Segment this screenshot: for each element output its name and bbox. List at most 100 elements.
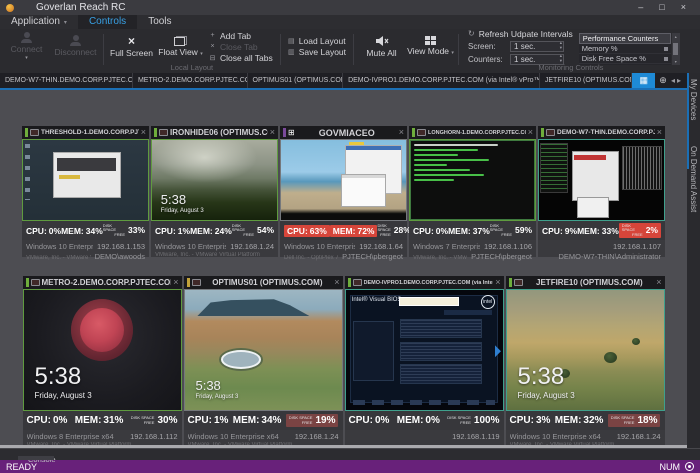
refresh-intervals-label: Refresh Udpate Intervals bbox=[479, 29, 573, 39]
device-grid: THRESHOLD-1.DEMO.CORP.PJTEC.COM × CPU:0%… bbox=[0, 90, 687, 448]
ip-address: 192.168.1.107 bbox=[613, 242, 661, 251]
menu-tools[interactable]: Tools bbox=[137, 15, 182, 29]
close-icon[interactable]: × bbox=[334, 278, 339, 287]
remote-command-prompt[interactable] bbox=[409, 139, 536, 221]
close-icon[interactable]: × bbox=[528, 128, 533, 137]
device-tile-govmiaceo[interactable]: ⊞ GOVMIACEO × CPU:63% MEM:72% DIS bbox=[280, 126, 407, 257]
load-layout-icon: ▤ bbox=[288, 37, 295, 45]
tile-titlebar: DEMO-IVPRO1.DEMO.CORP.PJTEC.COM (via Int… bbox=[345, 276, 504, 289]
remote-screen[interactable]: 5:38Friday, August 3 bbox=[506, 289, 665, 411]
remote-screen[interactable]: 5:38Friday, August 3 bbox=[151, 139, 278, 221]
tab-optimus01[interactable]: OPTIMUS01 (OPTIMUS.COM) bbox=[248, 73, 344, 88]
monitor-icon bbox=[159, 129, 168, 136]
menu-controls[interactable]: Controls bbox=[78, 15, 137, 29]
scrollbar[interactable]: ▴▾ bbox=[672, 33, 680, 65]
device-tile-longhorn-1[interactable]: LONGHORN-1.DEMO.CORP.PJTEC.COM (via Remo… bbox=[409, 126, 536, 257]
tab-metro-2[interactable]: METRO-2.DEMO.CORP.PJTEC.COM bbox=[133, 73, 248, 88]
close-tab-button[interactable]: ×Close Tab bbox=[209, 42, 273, 52]
lock-screen-emblem bbox=[71, 299, 133, 361]
remote-screen[interactable] bbox=[538, 139, 665, 221]
close-all-tabs-button[interactable]: ⊟Close all Tabs bbox=[209, 53, 273, 63]
tile-titlebar: LONGHORN-1.DEMO.CORP.PJTEC.COM (via Remo… bbox=[409, 126, 536, 139]
device-tile-threshold-1[interactable]: THRESHOLD-1.DEMO.CORP.PJTEC.COM × CPU:0%… bbox=[22, 126, 149, 257]
close-icon[interactable]: × bbox=[173, 278, 178, 287]
tile-titlebar: THRESHOLD-1.DEMO.CORP.PJTEC.COM × bbox=[22, 126, 149, 139]
rail-on-demand-assist[interactable]: On Demand Assist bbox=[689, 146, 698, 212]
tile-title: THRESHOLD-1.DEMO.CORP.PJTEC.COM bbox=[41, 129, 139, 136]
os-label: Windows 10 Enterprise x64 bbox=[510, 432, 601, 441]
add-session-button[interactable]: ⊕ bbox=[655, 73, 671, 88]
stats-bar: CPU:9% MEM:33% DISK SPACEFREE2% bbox=[538, 221, 665, 240]
rail-my-devices[interactable]: My Devices bbox=[689, 79, 698, 120]
tile-titlebar: ⊞ GOVMIACEO × bbox=[280, 126, 407, 139]
close-icon[interactable]: × bbox=[141, 128, 146, 137]
close-icon[interactable]: × bbox=[399, 128, 404, 137]
device-tile-ironhide06[interactable]: IRONHIDE06 (OPTIMUS.COM) × 5:38Friday, A… bbox=[151, 126, 278, 257]
tab-demo-ivpro1[interactable]: DEMO-IVPRO1.DEMO.CORP.PJTEC.COM (via Int… bbox=[343, 73, 540, 88]
disk-stat: DISK SPACEFREE100% bbox=[447, 415, 499, 426]
menu-application[interactable]: Application▾ bbox=[0, 15, 78, 29]
close-icon[interactable]: × bbox=[681, 3, 686, 12]
remote-bios-screen[interactable]: Intel® Visual BIOS intel bbox=[345, 289, 504, 411]
checkbox-icon[interactable] bbox=[664, 57, 668, 61]
view-mode-button[interactable]: View Mode ▾ bbox=[406, 29, 455, 64]
stats-bar: CPU:3% MEM:32% DISK SPACEFREE18% bbox=[506, 411, 665, 430]
tile-titlebar: IRONHIDE06 (OPTIMUS.COM) × bbox=[151, 126, 278, 139]
stats-bar: CPU:0% MEM:31% DISK SPACEFREE30% bbox=[23, 411, 182, 430]
tab-jetfire10[interactable]: JETFIRE10 (OPTIMUS.COM) bbox=[540, 73, 633, 88]
load-layout-button[interactable]: ▤Load Layout bbox=[288, 36, 346, 46]
close-icon[interactable]: × bbox=[657, 128, 662, 137]
connect-button[interactable]: Connect ▾ bbox=[2, 29, 51, 64]
disk-stat: DISK SPACEFREE54% bbox=[232, 224, 274, 237]
remote-screen[interactable]: 5:38Friday, August 3 bbox=[23, 289, 182, 411]
session-tabbar: DEMO-W7-THIN.DEMO.CORP.PJTEC.COM METRO-2… bbox=[0, 73, 687, 90]
lock-screen-clock: 5:38Friday, August 3 bbox=[517, 365, 574, 400]
screen-interval-spinner[interactable]: 1 sec.▴▾ bbox=[510, 41, 564, 52]
remote-screen[interactable]: 5:38Friday, August 3 bbox=[184, 289, 343, 411]
tree-shape bbox=[632, 338, 640, 345]
device-tile-jetfire10[interactable]: JETFIRE10 (OPTIMUS.COM) × 5:38Friday, Au… bbox=[506, 276, 665, 447]
counter-memory[interactable]: Memory % bbox=[579, 44, 671, 54]
maximize-icon[interactable]: □ bbox=[659, 3, 664, 12]
device-tile-metro-2[interactable]: METRO-2.DEMO.CORP.PJTEC.COM × 5:38Friday… bbox=[23, 276, 182, 447]
disk-stat: DISK SPACEFREE33% bbox=[103, 224, 145, 237]
remote-screen[interactable] bbox=[22, 139, 149, 221]
monitor-icon bbox=[31, 279, 40, 286]
person-icon bbox=[69, 35, 82, 46]
platform-label: Dell Inc. - OptiPlex 7440 AIO bbox=[284, 255, 338, 261]
monitor-icon bbox=[514, 279, 523, 286]
checkbox-icon[interactable] bbox=[664, 47, 668, 51]
grid-overview-button[interactable]: ▦ bbox=[632, 73, 655, 88]
device-tile-demo-w7-thin[interactable]: DEMO-W7-THIN.DEMO.CORP.PJTEC.COM × CPU:9… bbox=[538, 126, 665, 257]
disconnect-button[interactable]: Disconnect bbox=[51, 29, 100, 64]
minimize-icon[interactable]: – bbox=[638, 3, 643, 12]
tab-scroll-arrows[interactable]: ◂▸ bbox=[671, 73, 687, 88]
mem-stat-alert: MEM:72% bbox=[330, 225, 378, 237]
chevron-down-icon: ▾ bbox=[25, 56, 28, 61]
float-view-button[interactable]: Float View ▾ bbox=[156, 29, 205, 64]
save-layout-button[interactable]: ▥Save Layout bbox=[288, 47, 346, 57]
remote-window bbox=[577, 197, 610, 218]
tile-title: METRO-2.DEMO.CORP.PJTEC.COM bbox=[42, 278, 172, 287]
ip-address: 192.168.1.119 bbox=[452, 432, 499, 441]
os-label: Windows 8 Enterprise x64 bbox=[27, 432, 114, 441]
performance-counters-list[interactable]: Performance Counters Memory % Disk Free … bbox=[579, 33, 671, 65]
mute-all-button[interactable]: Mute All bbox=[357, 29, 406, 64]
device-tile-demo-ivpro1[interactable]: DEMO-IVPRO1.DEMO.CORP.PJTEC.COM (via Int… bbox=[345, 276, 504, 447]
add-tab-button[interactable]: +Add Tab bbox=[209, 31, 273, 41]
close-icon[interactable]: × bbox=[270, 128, 275, 137]
close-icon[interactable]: × bbox=[495, 278, 500, 287]
disk-stat-warning: DISK SPACEFREE19% bbox=[286, 414, 339, 427]
scrollbar-thumb[interactable] bbox=[673, 43, 678, 55]
device-tile-optimus01[interactable]: OPTIMUS01 (OPTIMUS.COM) × 5:38Friday, Au… bbox=[184, 276, 343, 447]
tile-info: Windows 10 Enterprise x64192.168.1.64 De… bbox=[280, 240, 407, 257]
bios-title: Intel® Visual BIOS bbox=[352, 297, 402, 303]
tab-demo-w7-thin[interactable]: DEMO-W7-THIN.DEMO.CORP.PJTEC.COM bbox=[0, 73, 133, 88]
stats-bar: CPU:1% MEM:24% DISK SPACEFREE54% bbox=[151, 221, 278, 240]
full-screen-button[interactable]: × Full Screen bbox=[107, 29, 156, 64]
monitor-icon bbox=[353, 279, 362, 286]
remote-screen[interactable] bbox=[280, 139, 407, 221]
close-icon[interactable]: × bbox=[656, 278, 661, 287]
titlebar: Goverlan Reach RC – □ × bbox=[0, 0, 700, 15]
float-window-icon bbox=[174, 36, 187, 46]
